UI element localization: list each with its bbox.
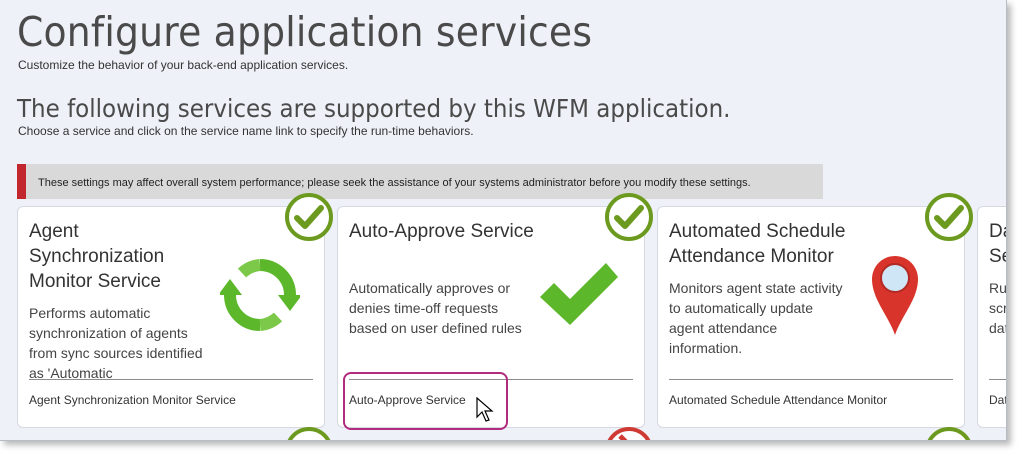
card-title: Automated Schedule Attendance Monitor bbox=[669, 221, 846, 267]
card-title: Auto-Approve Service bbox=[349, 221, 534, 242]
card-divider bbox=[29, 379, 313, 380]
mouse-cursor-icon bbox=[476, 397, 494, 422]
enabled-check-icon bbox=[925, 193, 973, 241]
enabled-check-icon bbox=[927, 427, 971, 440]
warning-alert-text: These settings may affect overall system… bbox=[38, 177, 751, 189]
app-window: Configure application services Customize… bbox=[0, 0, 1007, 441]
card-description: Ru scri dat bbox=[989, 280, 1007, 336]
page-subtitle: Customize the behavior of your back-end … bbox=[18, 58, 349, 72]
service-card-partial[interactable]: Da Se Ru scri dat Dat bbox=[977, 206, 1007, 428]
card-divider bbox=[669, 379, 953, 380]
section-title: The following services are supported by … bbox=[17, 94, 731, 123]
sync-arrows-icon bbox=[220, 259, 300, 331]
service-link-agent-sync[interactable]: Agent Synchronization Monitor Service bbox=[29, 393, 236, 407]
card-title: Da Se bbox=[989, 221, 1006, 267]
service-card-agent-sync[interactable]: Agent Synchronization Monitor Service Pe… bbox=[17, 206, 325, 428]
service-link-partial[interactable]: Dat bbox=[989, 393, 1006, 407]
disabled-x-icon bbox=[607, 427, 651, 440]
enabled-check-icon bbox=[285, 193, 333, 241]
card-divider bbox=[989, 379, 1006, 380]
warning-alert: These settings may affect overall system… bbox=[17, 164, 823, 199]
card-description: Automatically approves or denies time-of… bbox=[349, 280, 522, 336]
enabled-check-icon bbox=[287, 427, 331, 440]
service-card-attendance-monitor[interactable]: Automated Schedule Attendance Monitor Mo… bbox=[657, 206, 965, 428]
map-pin-icon bbox=[872, 256, 918, 335]
section-subtitle: Choose a service and click on the servic… bbox=[18, 124, 474, 138]
page-title: Configure application services bbox=[17, 8, 593, 56]
card-description: Monitors agent state activity to automat… bbox=[669, 280, 843, 356]
service-link-attendance-monitor[interactable]: Automated Schedule Attendance Monitor bbox=[669, 393, 887, 407]
card-title: Agent Synchronization Monitor Service bbox=[29, 221, 165, 292]
checkmark-icon bbox=[540, 263, 618, 325]
enabled-check-icon bbox=[605, 193, 653, 241]
